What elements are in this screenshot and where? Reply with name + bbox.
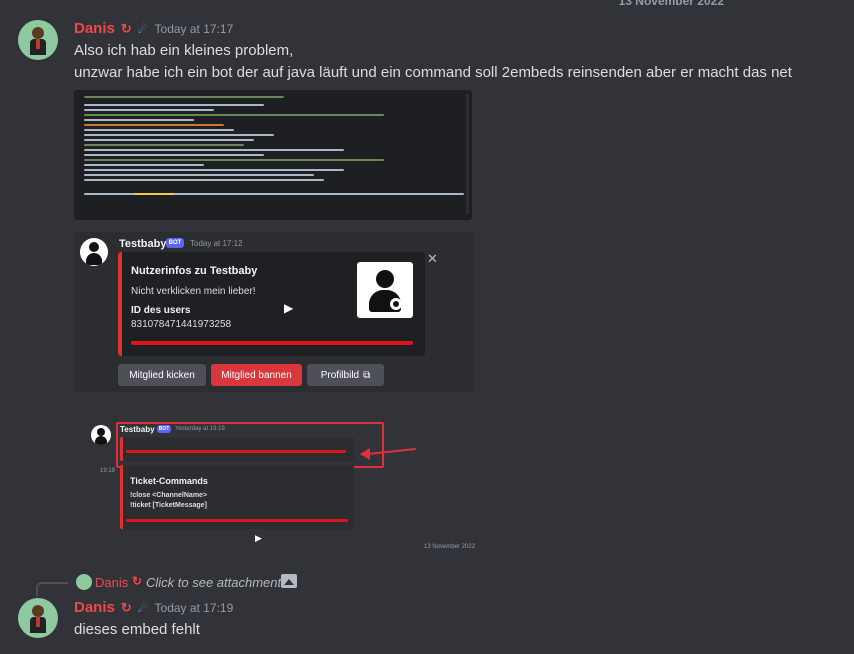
avatar-2[interactable]	[18, 598, 58, 638]
role-icon: ☄	[137, 22, 149, 36]
author-name[interactable]: Danis	[74, 20, 115, 37]
profile-picture-button[interactable]: Profilbild ⧉	[307, 364, 384, 386]
avatar[interactable]	[18, 20, 58, 60]
bot-avatar	[80, 238, 108, 266]
reply-avatar	[76, 574, 92, 590]
highlight-box	[116, 422, 384, 468]
embed-image-bar	[131, 341, 413, 345]
message-text-line-1: Also ich hab ein kleines problem,	[74, 42, 294, 59]
bot-tag: BOT	[166, 238, 184, 248]
message-header: Danis ↻ ☄ Today at 17:17	[74, 20, 233, 37]
role-icon-2: ☄	[137, 601, 149, 615]
close-icon[interactable]: ✕	[427, 251, 438, 267]
embed-field-value: 831078471441973258	[131, 319, 232, 330]
code-screenshot-attachment[interactable]	[74, 90, 472, 220]
embed-description: Nicht verklicken mein lieber!	[131, 286, 256, 297]
embed-thumbnail	[357, 262, 413, 318]
ban-member-button[interactable]: Mitglied bannen	[211, 364, 302, 386]
embed-title: Nutzerinfos zu Testbaby	[131, 265, 258, 277]
nitro-icon-2: ↻	[120, 600, 132, 615]
bot-name: Testbaby	[119, 238, 167, 250]
ticket-side-time: 19:19	[100, 468, 116, 474]
profile-picture-label: Profilbild	[320, 369, 360, 381]
reply-spine	[36, 582, 68, 596]
bot-avatar-small	[91, 425, 111, 445]
image-icon	[281, 574, 297, 588]
mouse-cursor-icon: ▶	[284, 301, 294, 315]
ticket-command-2: !ticket [TicketMessage]	[130, 502, 207, 509]
external-link-icon: ⧉	[363, 369, 371, 381]
reply-author[interactable]: Danis	[95, 575, 128, 590]
date-divider: 13 November 2022	[618, 0, 724, 8]
timestamp[interactable]: Today at 17:17	[155, 22, 234, 36]
ticket-command-1: !close <ChannelName>	[130, 492, 208, 499]
nitro-icon: ↻	[120, 21, 132, 36]
kick-member-button[interactable]: Mitglied kicken	[118, 364, 206, 386]
mouse-cursor-icon-2: ▶	[255, 533, 262, 543]
message-text-line-2: unzwar habe ich ein bot der auf java läu…	[74, 64, 792, 81]
ban-member-label: Mitglied bannen	[221, 369, 292, 381]
embed-timestamp: Today at 17:12	[190, 239, 243, 248]
ticket-embed-bar	[126, 519, 348, 522]
reply-nitro-icon: ↻	[132, 574, 143, 588]
kick-member-label: Mitglied kicken	[129, 369, 195, 381]
embed-field-name: ID des users	[131, 305, 191, 316]
author-name-2[interactable]: Danis	[74, 599, 115, 616]
ticket-embed-title: Ticket-Commands	[130, 476, 208, 486]
timestamp-2[interactable]: Today at 17:19	[155, 601, 234, 615]
message-header-2: Danis ↻ ☄ Today at 17:19	[74, 599, 233, 616]
message-text-2: dieses embed fehlt	[74, 621, 200, 638]
reply-text[interactable]: Click to see attachment	[146, 575, 281, 590]
ticket-date-footer: 13 November 2022	[424, 544, 476, 550]
